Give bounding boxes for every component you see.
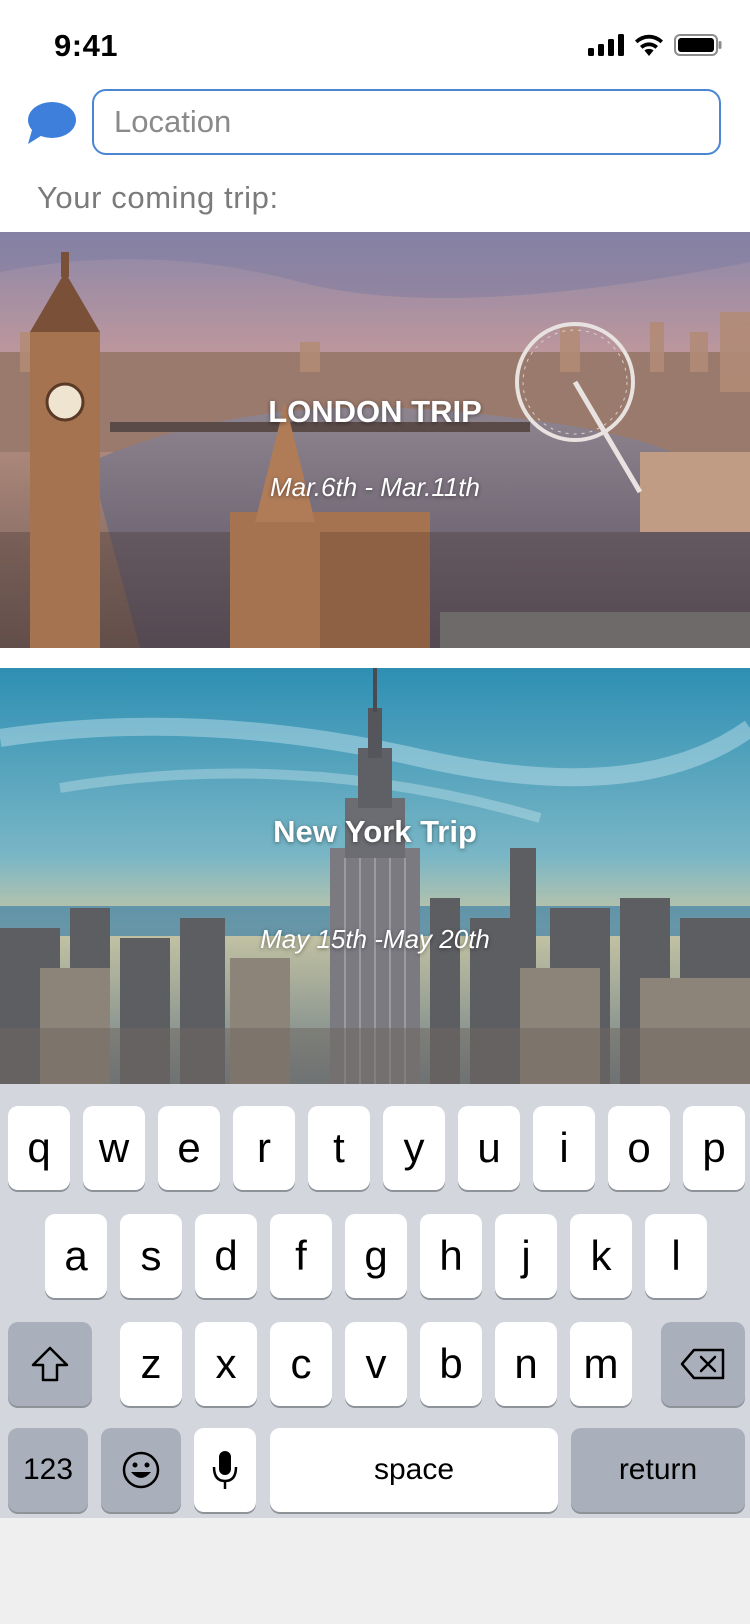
key-u[interactable]: u <box>458 1106 520 1190</box>
status-time: 9:41 <box>54 28 119 63</box>
return-key[interactable]: return <box>571 1428 745 1512</box>
key-q[interactable]: q <box>8 1106 70 1190</box>
emoji-icon <box>122 1451 160 1489</box>
key-e[interactable]: e <box>158 1106 220 1190</box>
key-a[interactable]: a <box>45 1214 107 1298</box>
microphone-icon <box>212 1451 238 1489</box>
key-p[interactable]: p <box>683 1106 745 1190</box>
key-x[interactable]: x <box>195 1322 257 1406</box>
keyboard: q w e r t y u i o p a s d f g h j k l z … <box>0 1084 750 1518</box>
status-icons <box>588 34 722 56</box>
key-w[interactable]: w <box>83 1106 145 1190</box>
delete-key[interactable] <box>661 1322 745 1406</box>
key-i[interactable]: i <box>533 1106 595 1190</box>
trip-title: LONDON TRIP <box>268 394 482 429</box>
home-indicator-area <box>0 1518 750 1624</box>
key-m[interactable]: m <box>570 1322 632 1406</box>
trip-dates: May 15th -May 20th <box>260 924 490 954</box>
shift-key[interactable] <box>8 1322 92 1406</box>
trip-title: New York Trip <box>273 814 477 849</box>
key-z[interactable]: z <box>120 1322 182 1406</box>
section-label: Your coming trip: <box>37 180 279 215</box>
microphone-key[interactable] <box>194 1428 256 1512</box>
key-y[interactable]: y <box>383 1106 445 1190</box>
key-f[interactable]: f <box>270 1214 332 1298</box>
new-york-skyline-image <box>0 668 750 1084</box>
key-g[interactable]: g <box>345 1214 407 1298</box>
key-n[interactable]: n <box>495 1322 557 1406</box>
trip-card-new-york[interactable]: New York Trip May 15th -May 20th <box>0 668 750 1084</box>
chat-bubble-icon[interactable] <box>26 100 76 148</box>
london-skyline-image <box>0 232 750 648</box>
key-j[interactable]: j <box>495 1214 557 1298</box>
space-key[interactable]: space <box>270 1428 558 1512</box>
key-b[interactable]: b <box>420 1322 482 1406</box>
trip-dates: Mar.6th - Mar.11th <box>270 472 480 502</box>
numbers-key[interactable]: 123 <box>8 1428 88 1512</box>
key-h[interactable]: h <box>420 1214 482 1298</box>
trip-card-london[interactable]: LONDON TRIP Mar.6th - Mar.11th <box>0 232 750 648</box>
key-k[interactable]: k <box>570 1214 632 1298</box>
backspace-icon <box>680 1348 725 1380</box>
emoji-key[interactable] <box>101 1428 181 1512</box>
key-s[interactable]: s <box>120 1214 182 1298</box>
shift-arrow-icon <box>31 1346 69 1382</box>
app-screen: 9:41 Your coming trip: <box>0 0 750 1624</box>
key-v[interactable]: v <box>345 1322 407 1406</box>
status-bar: 9:41 <box>0 0 750 88</box>
signal-icon <box>588 34 624 56</box>
battery-icon <box>674 34 722 56</box>
key-c[interactable]: c <box>270 1322 332 1406</box>
key-o[interactable]: o <box>608 1106 670 1190</box>
key-d[interactable]: d <box>195 1214 257 1298</box>
key-r[interactable]: r <box>233 1106 295 1190</box>
location-search-input[interactable] <box>92 89 721 155</box>
key-l[interactable]: l <box>645 1214 707 1298</box>
wifi-icon <box>635 34 663 56</box>
key-t[interactable]: t <box>308 1106 370 1190</box>
